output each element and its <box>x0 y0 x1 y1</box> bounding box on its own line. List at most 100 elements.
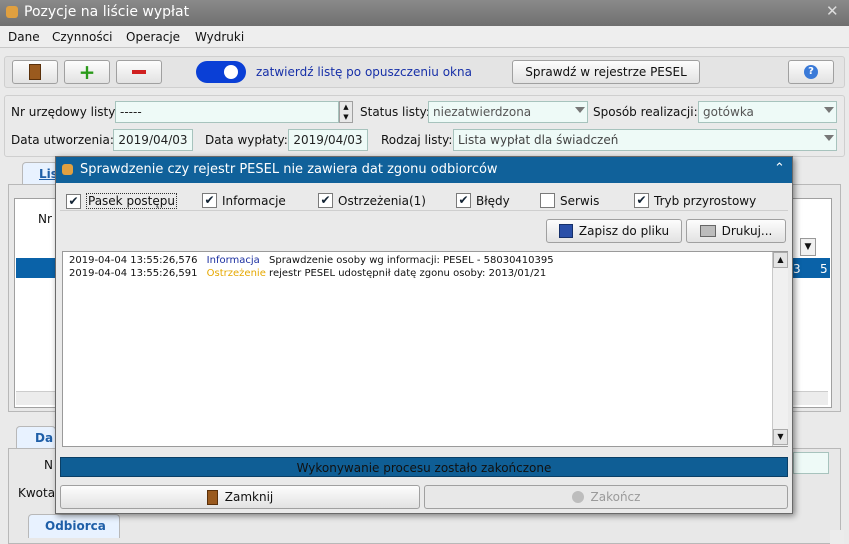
log-time: 2019-04-04 13:55:26,591 <box>69 268 198 279</box>
scroll-up-icon[interactable]: ▲ <box>773 252 788 268</box>
close-icon[interactable]: ✕ <box>826 2 839 20</box>
log-message: Sprawdzenie osoby wg informacji: PESEL -… <box>269 255 554 266</box>
checkbox-pasek-postepu[interactable]: ✔ Pasek postępu <box>66 193 177 209</box>
data-utw-label: Data utworzenia: <box>11 133 114 147</box>
log-scrollbar[interactable]: ▲ ▼ <box>772 252 788 446</box>
check-pesel-button[interactable]: Sprawdź w rejestrze PESEL <box>512 60 700 84</box>
checkbox-bledy[interactable]: ✔ Błędy <box>456 193 510 208</box>
checkbox-label: Serwis <box>560 193 600 208</box>
toggle-knob <box>224 65 238 79</box>
log-list[interactable]: 2019-04-04 13:55:26,576 Informacja Spraw… <box>62 251 788 447</box>
dialog-titlebar: Sprawdzenie czy rejestr PESEL nie zawier… <box>56 157 792 183</box>
door-icon <box>206 489 218 505</box>
menu-czynnosci[interactable]: Czynności <box>52 30 113 44</box>
window-title: Pozycje na liście wypłat <box>24 4 190 20</box>
tab-odbiorca-label: Odbiorca <box>45 519 106 533</box>
lower-tab-dane[interactable]: Da <box>16 426 56 448</box>
column-filter-dropdown[interactable]: ▼ <box>800 238 816 256</box>
menu-wydruki[interactable]: Wydruki <box>195 30 244 44</box>
checkbox-label: Tryb przyrostowy <box>654 193 757 208</box>
log-time: 2019-04-04 13:55:26,576 <box>69 255 198 266</box>
status-value: niezatwierdzona <box>433 105 532 119</box>
checkbox-label: Błędy <box>476 193 510 208</box>
nr-label: Nr urzędowy listy: <box>11 105 119 119</box>
menu-dane[interactable]: Dane <box>8 30 40 44</box>
floppy-icon <box>558 224 573 238</box>
status-label: Status listy: <box>360 105 430 119</box>
data-utw-field[interactable]: 2019/04/03 <box>113 129 193 151</box>
checkbox-informacje[interactable]: ✔ Informacje <box>202 193 286 208</box>
dialog-title: Sprawdzenie czy rejestr PESEL nie zawier… <box>80 162 498 177</box>
log-message: rejestr PESEL udostępnił datę zgonu osob… <box>269 268 547 279</box>
grid-col-header: Nr <box>38 212 52 226</box>
app-icon <box>6 6 18 18</box>
chevron-down-icon <box>575 107 585 113</box>
sposob-select[interactable]: gotówka <box>698 101 837 123</box>
data-wyp-field[interactable]: 2019/04/03 <box>288 129 368 151</box>
sposob-label: Sposób realizacji: <box>593 105 698 119</box>
nr-spinner[interactable]: ▲ ▼ <box>339 101 353 123</box>
finish-button-label: Zakończ <box>590 490 641 504</box>
checkbox-tryb-przyrostowy[interactable]: ✔ Tryb przyrostowy <box>634 193 756 208</box>
status-select[interactable]: niezatwierdzona <box>428 101 588 123</box>
close-button[interactable]: Zamknij <box>60 485 420 509</box>
checkbox-box: ✔ <box>456 193 471 208</box>
minus-icon <box>132 70 146 74</box>
menu-operacje[interactable]: Operacje <box>126 30 180 44</box>
printer-icon <box>699 225 716 237</box>
tab-odbiorca[interactable]: Odbiorca <box>28 514 120 538</box>
nr-field[interactable]: ----- <box>115 101 339 123</box>
dialog-app-icon <box>62 164 73 175</box>
scroll-down-icon[interactable]: ▼ <box>773 429 788 445</box>
row-cell: 3 <box>793 262 801 276</box>
log-type: Ostrzeżenie <box>206 268 266 279</box>
save-button-label: Zapisz do pliku <box>578 224 670 238</box>
print-button-label: Drukuj... <box>721 224 773 238</box>
checkbox-box: ✔ <box>318 193 333 208</box>
collapse-icon[interactable]: ⌃ <box>774 161 785 176</box>
approve-toggle[interactable] <box>196 61 246 83</box>
kwota-label: Kwota <box>18 486 56 500</box>
exit-button[interactable] <box>12 60 58 84</box>
door-icon <box>29 64 41 80</box>
rodzaj-select[interactable]: Lista wypłat dla świadczeń <box>453 129 837 151</box>
rodzaj-label: Rodzaj listy: <box>381 133 453 147</box>
row-cell: 5 <box>820 262 828 276</box>
print-button[interactable]: Drukuj... <box>686 219 786 243</box>
pesel-check-dialog: Sprawdzenie czy rejestr PESEL nie zawier… <box>55 156 793 514</box>
help-icon: ? <box>804 65 818 79</box>
lower-field-right[interactable] <box>793 452 829 474</box>
sposob-value: gotówka <box>703 105 754 119</box>
checkbox-label: Pasek postępu <box>86 193 177 209</box>
log-type: Informacja <box>206 255 260 266</box>
plus-icon: + <box>78 60 96 84</box>
menu-bar: Dane Czynności Operacje Wydruki <box>0 26 849 48</box>
rodzaj-value: Lista wypłat dla świadczeń <box>458 133 619 147</box>
add-button[interactable]: + <box>64 60 110 84</box>
data-wyp-label: Data wypłaty: <box>205 133 288 147</box>
progress-text: Wykonywanie procesu zostało zakończone <box>296 461 552 475</box>
chevron-down-icon <box>824 135 834 141</box>
log-entry: 2019-04-04 13:55:26,576 Informacja Spraw… <box>69 255 554 266</box>
finish-button: Zakończ <box>424 485 788 509</box>
checkbox-label: Ostrzeżenia(1) <box>338 193 426 208</box>
save-to-file-button[interactable]: Zapisz do pliku <box>546 219 682 243</box>
remove-button[interactable] <box>116 60 162 84</box>
toggle-label: zatwierdź listę po opuszczeniu okna <box>256 65 472 79</box>
lower-field-label: N <box>44 458 53 472</box>
checkbox-box: ✔ <box>202 193 217 208</box>
vertical-scrollbar[interactable] <box>830 530 844 544</box>
chevron-down-icon <box>824 107 834 113</box>
checkbox-box <box>540 193 555 208</box>
log-entry: 2019-04-04 13:55:26,591 Ostrzeżenie reje… <box>69 268 546 279</box>
progress-bar: Wykonywanie procesu zostało zakończone <box>60 457 788 477</box>
help-button[interactable]: ? <box>788 60 834 84</box>
lower-tab-label: Da <box>35 431 54 445</box>
checkbox-serwis[interactable]: Serwis <box>540 193 599 208</box>
checkbox-box: ✔ <box>634 193 649 208</box>
close-button-label: Zamknij <box>224 490 274 504</box>
checkbox-label: Informacje <box>222 193 286 208</box>
stop-icon <box>571 491 584 503</box>
checkbox-ostrzezenia[interactable]: ✔ Ostrzeżenia(1) <box>318 193 426 208</box>
tab-lista[interactable]: Lis <box>22 162 58 184</box>
